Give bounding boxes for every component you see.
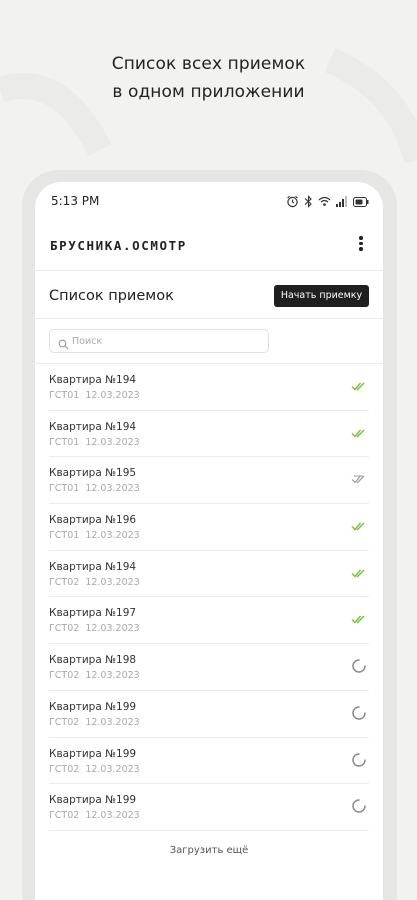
loading-spinner-icon xyxy=(351,798,367,814)
item-date: 12.03.2023 xyxy=(85,390,140,401)
partial-check-icon xyxy=(351,471,367,487)
item-title: Квартира №199 xyxy=(49,794,137,807)
loading-spinner-icon xyxy=(351,658,367,674)
item-title: Квартира №194 xyxy=(49,420,137,433)
alarm-icon xyxy=(286,195,299,208)
item-code: ГСТ02 xyxy=(49,810,80,822)
item-code: ГСТ02 xyxy=(49,670,80,682)
item-subtitle: ГСТ01 12.03.2023 xyxy=(49,530,140,541)
double-check-icon xyxy=(351,425,367,441)
page-title: Список приемок xyxy=(49,288,174,304)
item-subtitle: ГСТ02 12.03.2023 xyxy=(49,764,140,775)
item-code: ГСТ02 xyxy=(49,763,80,775)
item-code: ГСТ01 xyxy=(49,530,80,542)
item-code: ГСТ01 xyxy=(49,436,80,448)
signal-icon xyxy=(336,196,348,207)
item-date: 12.03.2023 xyxy=(85,530,140,542)
item-title: Квартира №199 xyxy=(49,747,137,760)
status-bar: 5:13 PM xyxy=(35,194,383,210)
item-date: 12.03.2023 xyxy=(85,623,140,635)
item-subtitle: ГСТ02 12.03.2023 xyxy=(49,810,140,821)
item-date: 12.03.2023 xyxy=(85,670,140,682)
status-time: 5:13 PM xyxy=(51,194,100,208)
item-title: Квартира №194 xyxy=(49,560,137,573)
list-item[interactable]: Квартира №199 ГСТ02 12.03.2023 xyxy=(49,738,369,785)
list-item[interactable]: Квартира №195 ГСТ01 12.03.2023 xyxy=(49,457,369,505)
item-date: 12.03.2023 xyxy=(85,483,140,495)
list-item[interactable]: Квартира №198 ГСТ02 12.03.2023 xyxy=(49,644,369,691)
item-date: 12.03.2023 xyxy=(85,716,140,728)
list-item[interactable]: Квартира №197 ГСТ02 12.03.2023 xyxy=(49,597,369,645)
double-check-icon xyxy=(351,518,367,534)
start-acceptance-button[interactable]: Начать приемку xyxy=(274,285,369,307)
promo-caption: Список всех приемок в одном приложении xyxy=(0,50,417,106)
list-item[interactable]: Квартира №194 ГСТ02 12.03.2023 xyxy=(49,551,369,598)
item-title: Квартира №195 xyxy=(49,467,137,480)
loading-spinner-icon xyxy=(351,705,367,721)
search-icon xyxy=(58,335,69,354)
item-title: Квартира №194 xyxy=(49,374,137,386)
double-check-icon xyxy=(351,565,367,581)
status-icons xyxy=(286,195,369,208)
search-field[interactable] xyxy=(49,329,269,353)
double-check-icon xyxy=(351,378,367,394)
item-date: 12.03.2023 xyxy=(85,436,140,448)
item-date: 12.03.2023 xyxy=(85,576,140,588)
list-item[interactable]: Квартира №194 ГСТ01 12.03.2023 xyxy=(49,411,369,458)
loading-spinner-icon xyxy=(351,752,367,768)
search-input[interactable] xyxy=(72,333,262,349)
divider xyxy=(35,270,383,271)
item-date: 12.03.2023 xyxy=(85,810,140,822)
list-item[interactable]: Квартира №199 ГСТ02 12.03.2023 xyxy=(49,784,369,831)
item-title: Квартира №199 xyxy=(49,700,137,713)
item-subtitle: ГСТ02 12.03.2023 xyxy=(49,670,140,681)
bluetooth-icon xyxy=(304,195,313,208)
app-bar: БРУСНИКА.ОСМОТР xyxy=(35,230,383,264)
more-vertical-icon[interactable] xyxy=(351,234,371,256)
battery-icon xyxy=(353,196,369,207)
divider xyxy=(35,318,383,319)
acceptance-list: Квартира №194 ГСТ01 12.03.2023 Квартира №19… xyxy=(35,364,383,831)
item-code: ГСТ02 xyxy=(49,623,80,635)
double-check-icon xyxy=(351,611,367,627)
item-code: ГСТ01 xyxy=(49,483,80,495)
list-header: Список приемок Начать приемку xyxy=(35,282,383,312)
promo-line-1: Список всех приемок xyxy=(111,54,306,74)
list-item[interactable]: Квартира №196 ГСТ01 12.03.2023 xyxy=(49,504,369,551)
item-subtitle: ГСТ01 12.03.2023 xyxy=(49,390,140,401)
item-title: Квартира №197 xyxy=(49,607,137,620)
item-subtitle: ГСТ01 12.03.2023 xyxy=(49,437,140,448)
list-item[interactable]: Квартира №194 ГСТ01 12.03.2023 xyxy=(49,364,369,411)
promo-line-2: в одном приложении xyxy=(112,82,305,102)
app-screen: 5:13 PM БРУСНИКА.ОСМОТР Список приемок Н xyxy=(35,182,383,900)
item-title: Квартира №196 xyxy=(49,514,137,527)
item-title: Квартира №198 xyxy=(49,654,137,667)
brand-logo: БРУСНИКА.ОСМОТР xyxy=(50,238,187,253)
item-code: ГСТ02 xyxy=(49,576,80,588)
load-more-link[interactable]: Загрузить ещё xyxy=(35,845,383,856)
wifi-icon xyxy=(318,196,331,207)
item-subtitle: ГСТ02 12.03.2023 xyxy=(49,717,140,728)
item-date: 12.03.2023 xyxy=(85,763,140,775)
item-subtitle: ГСТ02 12.03.2023 xyxy=(49,623,140,634)
item-code: ГСТ02 xyxy=(49,716,80,728)
item-subtitle: ГСТ02 12.03.2023 xyxy=(49,577,140,588)
item-code: ГСТ01 xyxy=(49,390,80,401)
item-subtitle: ГСТ01 12.03.2023 xyxy=(49,483,140,494)
list-item[interactable]: Квартира №199 ГСТ02 12.03.2023 xyxy=(49,691,369,738)
